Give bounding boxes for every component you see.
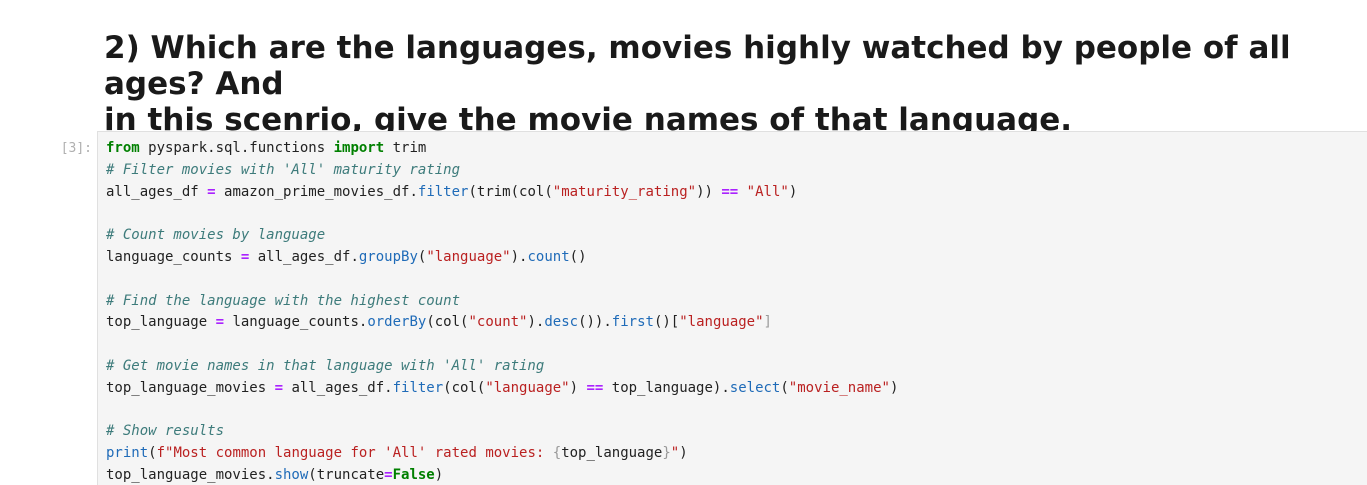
code-line: top_language = language_counts.orderBy(c… [106,312,898,334]
code-token: )) [696,183,722,200]
code-line: all_ages_df = amazon_prime_movies_df.fil… [106,182,898,204]
code-token: first [611,314,654,331]
code-line: # Show results [106,421,898,443]
code-line: language_counts = all_ages_df.groupBy("l… [106,247,898,269]
code-token: top_language_movies [106,379,275,396]
code-line: # Find the language with the highest cou… [106,291,898,313]
code-token: ()). [578,314,612,331]
code-block[interactable]: from pyspark.sql.functions import trim # … [106,138,898,485]
code-token: == [721,183,739,200]
code-token: from [106,140,140,156]
code-token: filter [392,379,444,396]
code-token: "language" [426,248,511,265]
code-token: f"Most common language for 'All' rated m… [156,445,553,462]
code-token: show [274,466,309,483]
code-token: top_language [561,445,663,462]
code-line: # Filter movies with 'All' maturity rati… [106,160,898,182]
code-token: # Count movies by language [106,227,326,244]
code-token: ] [763,314,772,331]
code-token: = [215,314,225,331]
cell-execution-count: [3]: [60,141,92,156]
code-token: False [392,466,435,483]
code-token: "movie_name" [788,379,890,396]
code-token: (col( [426,314,469,331]
code-token: amazon_prime_movies_df. [215,183,418,200]
code-token: # Get movie names in that language with … [106,357,545,374]
code-token: ) [788,183,798,200]
code-token: == [586,379,604,396]
code-token: "maturity_rating" [552,183,697,200]
code-line: # Count movies by language [106,225,898,247]
code-token: language_counts [106,248,241,265]
code-token: } [662,445,671,462]
code-token: # Filter movies with 'All' maturity rati… [106,161,461,178]
code-token: top_language_movies. [106,466,275,483]
code-token: orderBy [367,314,427,331]
code-token: () [569,248,587,265]
code-token: select [729,379,781,396]
code-token: ( [148,445,157,462]
code-line: # Get movie names in that language with … [106,356,898,378]
code-token: count [527,248,570,265]
code-line: top_language_movies.show(truncate=False) [106,465,898,485]
code-token: "language" [679,314,764,331]
code-token: language_counts. [224,314,368,331]
code-token: (truncate [308,466,385,483]
code-line: from pyspark.sql.functions import trim [106,138,898,160]
notebook-page: 2) Which are the languages, movies highl… [0,0,1367,485]
code-token: ). [510,248,528,265]
code-token: ) [569,379,587,396]
code-token: = [207,183,216,200]
code-token: ). [527,314,545,331]
code-line: print(f"Most common language for 'All' r… [106,443,898,465]
code-token: = [384,466,393,483]
code-token: "All" [746,183,789,200]
code-token: " [670,445,680,462]
code-token: "count" [468,314,528,331]
code-token: pyspark.sql.functions [139,140,334,156]
code-line: top_language_movies = all_ages_df.filter… [106,378,898,400]
code-token: "language" [485,379,570,396]
code-token: = [274,379,284,396]
code-token: desc [544,314,579,331]
code-token: ( [780,379,789,396]
code-token: import [333,140,385,156]
code-token: # Find the language with the highest cou… [106,292,461,309]
code-token: { [552,445,562,462]
code-token: all_ages_df. [283,379,393,396]
code-token: ) [434,466,444,483]
code-token: trim [384,140,427,156]
code-token: ) [889,379,899,396]
code-cell-editor[interactable]: from pyspark.sql.functions import trim # … [97,131,1367,485]
code-token: (trim(col( [468,183,553,200]
code-token: all_ages_df [106,183,208,200]
code-token: # Show results [106,423,225,440]
code-token: groupBy [358,248,418,265]
code-token: ()[ [653,314,680,331]
code-token: all_ages_df. [249,248,359,265]
code-token: (col( [443,379,486,396]
markdown-heading: 2) Which are the languages, movies highl… [104,30,1291,138]
code-token: filter [417,183,469,200]
code-token: print [106,445,149,462]
code-token: ) [679,445,688,462]
code-token: top_language). [603,379,730,396]
code-token: top_language [106,314,216,331]
